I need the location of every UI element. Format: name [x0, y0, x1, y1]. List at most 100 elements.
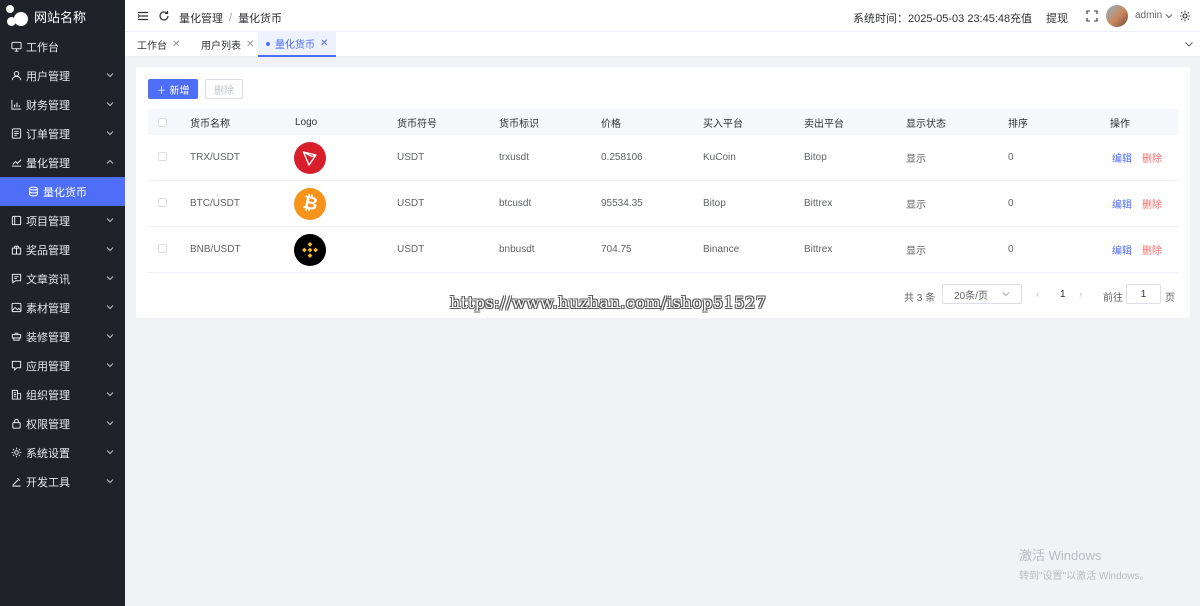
row-checkbox[interactable] [158, 244, 167, 253]
select-all-checkbox[interactable] [158, 117, 167, 127]
row-checkbox[interactable] [158, 198, 167, 207]
sidebar-item[interactable]: 量化管理 [0, 148, 125, 177]
close-icon[interactable]: ✕ [246, 39, 254, 50]
currency-table: 货币名称 Logo 货币符号 货币标识 价格 买入平台 卖出平台 显示状态 排序 操作 TRX/U… [148, 109, 1178, 273]
display-status: 显示 [906, 246, 926, 257]
message-icon [10, 273, 22, 285]
logo-icon [6, 5, 28, 27]
next-page-icon[interactable]: › [1079, 289, 1082, 300]
close-icon[interactable]: ✕ [172, 39, 180, 50]
lock-icon [10, 418, 22, 430]
page-size-select[interactable]: 20条/页 [942, 284, 1022, 304]
chevron-down-icon [106, 334, 114, 339]
sidebar-item[interactable]: 系统设置 [0, 438, 125, 467]
refresh-icon[interactable] [157, 9, 171, 23]
page-number[interactable]: 1 [1060, 289, 1066, 300]
breadcrumb-item[interactable]: 量化管理 [179, 10, 223, 26]
column-header: 买入平台 [703, 118, 743, 130]
active-dot-icon [266, 41, 270, 46]
sidebar-item[interactable]: 开发工具 [0, 467, 125, 496]
content-card: ＋ 新增 删除 货币名称 Logo 货币符号 货币标识 价格 买入平台 卖出平台 显示状态 排序… [136, 67, 1190, 318]
sidebar-item[interactable]: 装修管理 [0, 322, 125, 351]
chevron-down-icon[interactable] [1184, 39, 1194, 49]
add-button[interactable]: ＋ 新增 [148, 79, 198, 99]
document-icon [10, 128, 22, 140]
column-header: 排序 [1008, 118, 1028, 130]
chevron-down-icon [106, 218, 114, 223]
withdraw-link[interactable]: 提现 [1046, 10, 1068, 26]
activation-subtitle: 转到"设置"以激活 Windows。 [1019, 571, 1150, 582]
edit-button[interactable]: 编辑 [1112, 242, 1132, 257]
sidebar-item[interactable]: 文章资讯 [0, 264, 125, 293]
close-icon[interactable]: ✕ [320, 38, 328, 49]
fullscreen-icon[interactable] [1085, 9, 1099, 23]
tool-icon [10, 476, 22, 488]
gift-icon [10, 244, 22, 256]
delete-button[interactable]: 删除 [1142, 196, 1162, 211]
user-icon [10, 70, 22, 82]
row-checkbox[interactable] [158, 152, 167, 161]
prev-page-icon[interactable]: ‹ [1036, 289, 1039, 300]
chevron-down-icon [1165, 13, 1173, 18]
recharge-link[interactable]: 充值 [1010, 10, 1032, 26]
goto-page-input[interactable]: 1 [1126, 284, 1161, 304]
chevron-down-icon [106, 102, 114, 107]
settings-icon[interactable] [1178, 9, 1192, 23]
tab-label: 工作台 [137, 41, 167, 52]
sell-platform: Bittrex [804, 244, 833, 255]
sidebar-item[interactable]: 权限管理 [0, 409, 125, 438]
sidebar-item[interactable]: 量化货币 [0, 177, 125, 206]
menu-toggle-icon[interactable] [136, 9, 150, 23]
breadcrumb-item: 量化货币 [238, 13, 283, 25]
user-menu[interactable]: admin [1135, 10, 1173, 21]
bulk-delete-button[interactable]: 删除 [205, 79, 243, 99]
delete-button[interactable]: 删除 [1142, 242, 1162, 257]
sidebar-item[interactable]: 工作台 [0, 32, 125, 61]
currency-name: TRX/USDT [190, 152, 240, 163]
table-row: BTC/USDT ₿ USDT btcusdt 95534.35 Bitop Bittrex… [148, 181, 1178, 227]
currency-code: btcusdt [499, 198, 532, 209]
sidebar-item-label: 量化管理 [26, 157, 70, 170]
row-checkbox-cell [158, 135, 167, 180]
sidebar-item-label: 文章资讯 [26, 273, 70, 286]
sidebar-item-label: 奖品管理 [26, 244, 70, 257]
database-icon [27, 186, 39, 198]
sidebar-item[interactable]: 素材管理 [0, 293, 125, 322]
tab-bar: 工作台 ✕ 用户列表 ✕ 量化货币 ✕ [125, 32, 1200, 57]
sidebar-item[interactable]: 应用管理 [0, 351, 125, 380]
chevron-down-icon [106, 247, 114, 252]
site-logo[interactable]: 网站名称 [0, 0, 125, 32]
sidebar-item-label: 装修管理 [26, 331, 70, 344]
sidebar-item[interactable]: 奖品管理 [0, 235, 125, 264]
currency-name: BNB/USDT [190, 244, 241, 255]
select-all-checkbox-cell [158, 109, 167, 135]
sidebar-item[interactable]: 项目管理 [0, 206, 125, 235]
breadcrumb-separator: / [229, 12, 233, 24]
chevron-down-icon [106, 392, 114, 397]
delete-button[interactable]: 删除 [1142, 150, 1162, 165]
system-time: 系统时间：2025-05-03 23:45:48 [853, 13, 1011, 25]
coin-logo-cell [294, 227, 326, 272]
sidebar-item-label: 用户管理 [26, 70, 70, 83]
total-count: 共 3 条 [904, 293, 936, 304]
sidebar-item[interactable]: 组织管理 [0, 380, 125, 409]
column-header: 显示状态 [906, 118, 946, 130]
currency-symbol: USDT [397, 198, 425, 209]
coin-logo-cell: ₿ [294, 181, 326, 226]
tab-user-list[interactable]: 用户列表 ✕ [193, 32, 262, 57]
edit-button[interactable]: 编辑 [1112, 196, 1132, 211]
sidebar-item-label: 权限管理 [26, 418, 70, 431]
image-icon [10, 302, 22, 314]
sidebar-item[interactable]: 订单管理 [0, 119, 125, 148]
page-unit-label: 页 [1165, 293, 1175, 304]
quant-icon [10, 157, 22, 169]
avatar[interactable] [1106, 5, 1128, 27]
tab-quant-currency[interactable]: 量化货币 ✕ [258, 32, 337, 57]
sidebar-item[interactable]: 财务管理 [0, 90, 125, 119]
edit-button[interactable]: 编辑 [1112, 150, 1132, 165]
windows-activation-notice: 激活 Windows 转到"设置"以激活 Windows。 [1019, 545, 1149, 582]
sidebar-item[interactable]: 用户管理 [0, 61, 125, 90]
tab-workbench[interactable]: 工作台 ✕ [137, 32, 180, 57]
tab-label: 用户列表 [201, 41, 241, 52]
activation-title: 激活 Windows [1019, 548, 1102, 563]
